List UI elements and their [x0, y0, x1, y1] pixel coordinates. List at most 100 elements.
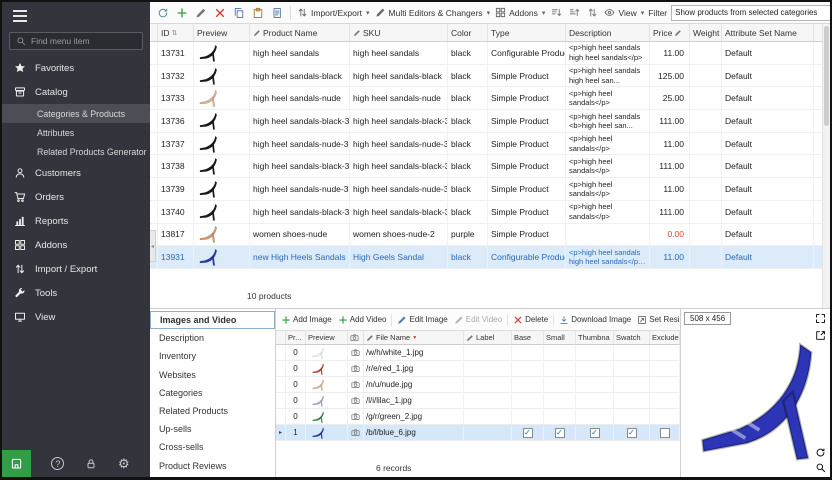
paste-button[interactable] [250, 6, 266, 20]
delete-button[interactable]: Delete [512, 314, 549, 326]
image-row-red-1-jpg[interactable]: 0/r/e/red_1.jpg [276, 361, 680, 377]
tab-categories[interactable]: Categories [150, 384, 275, 402]
image-row-blue-6-jpg[interactable]: ▸1/b/l/blue_6.jpg✓✓✓✓ [276, 425, 680, 441]
rotate-icon[interactable] [815, 447, 826, 458]
column-header-thumbnail[interactable]: Thumbna [576, 331, 614, 344]
image-row-white-1-jpg[interactable]: 0/w/h/white_1.jpg [276, 345, 680, 361]
store-button[interactable] [2, 450, 31, 477]
set-resize-rule-button[interactable]: Set Resize Rule [636, 314, 680, 326]
tab-websites[interactable]: Websites [150, 366, 275, 384]
sidebar-item-addons[interactable]: Addons [2, 233, 150, 257]
add-image-button[interactable]: Add Image [280, 314, 333, 326]
column-header-swatch[interactable]: Swatch [614, 331, 650, 344]
product-row-13731[interactable]: 13731high heel sandalshigh heel sandalsb… [150, 42, 822, 65]
tab-product-reviews[interactable]: Product Reviews [150, 457, 275, 475]
product-row-13739[interactable]: 13739high heel sandals-nude-37high heel … [150, 178, 822, 201]
sidebar-item-customers[interactable]: Customers [2, 161, 150, 185]
column-header-base[interactable]: Base [512, 331, 544, 344]
sidebar-item-tools[interactable]: Tools [2, 281, 150, 305]
column-header-type[interactable]: Type [488, 24, 566, 41]
image-row-nude-jpg[interactable]: 0/n/u/nude.jpg [276, 377, 680, 393]
expander-column[interactable] [276, 331, 286, 344]
sidebar-item-related-products-generator[interactable]: Related Products Generator [2, 142, 150, 161]
tab-inventory[interactable]: Inventory [150, 347, 275, 365]
column-header-label[interactable]: Label [464, 331, 512, 344]
tab-up-sells[interactable]: Up-sells [150, 420, 275, 438]
checkbox-small[interactable]: ✓ [555, 428, 565, 438]
product-row-13738[interactable]: 13738high heel sandals-black-37high heel… [150, 155, 822, 178]
sidebar-search-input[interactable]: Find menu item [9, 32, 143, 50]
column-header-file-name[interactable]: File Name▼ [364, 331, 464, 344]
view-menu[interactable]: View▾ [603, 6, 645, 19]
swap-button[interactable] [585, 6, 600, 19]
duplicate-button[interactable] [269, 6, 285, 20]
sidebar-item-view[interactable]: View [2, 305, 150, 329]
product-row-13732[interactable]: 13732high heel sandals-blackhigh heel sa… [150, 65, 822, 88]
addons-menu[interactable]: Addons▾ [494, 6, 546, 19]
download-image-button[interactable]: Download Image [558, 314, 632, 326]
column-header-position[interactable]: Pr... [286, 331, 306, 344]
tab-related-products[interactable]: Related Products [150, 402, 275, 420]
column-header-preview[interactable]: Preview [306, 331, 348, 344]
sidebar-item-attributes[interactable]: Attributes [2, 123, 150, 142]
column-header-price[interactable]: Price [650, 24, 690, 41]
product-row-13736[interactable]: 13736high heel sandals-black-36high heel… [150, 110, 822, 133]
checkbox-exclude[interactable] [660, 428, 670, 438]
tab-images-and-video[interactable]: Images and Video [150, 311, 275, 329]
gear-icon[interactable]: ⚙ [118, 457, 130, 470]
edit-button[interactable] [193, 6, 209, 20]
image-row-lilac-1-jpg[interactable]: 0/l/i/lilac_1.jpg [276, 393, 680, 409]
sidebar-item-reports[interactable]: Reports [2, 209, 150, 233]
column-header-product-name[interactable]: Product Name [250, 24, 350, 41]
sidebar-item-orders[interactable]: Orders [2, 185, 150, 209]
zoom-icon[interactable] [815, 462, 826, 473]
sidebar-item-import-export[interactable]: Import / Export [2, 257, 150, 281]
menu-toggle-button[interactable] [2, 2, 150, 28]
grid-collapse-handle[interactable]: ◂ [150, 230, 156, 262]
add-video-button[interactable]: Add Video [337, 314, 388, 326]
grid-vertical-scrollbar[interactable] [822, 24, 830, 308]
sidebar-item-categories-products[interactable]: Categories & Products [2, 104, 150, 123]
checkbox-base[interactable]: ✓ [523, 428, 533, 438]
checkbox-thumbna[interactable]: ✓ [590, 428, 600, 438]
edit-image-button[interactable]: Edit Image [396, 314, 448, 326]
customers-icon [14, 167, 26, 179]
external-link-icon[interactable] [815, 330, 826, 341]
checkbox-swatch[interactable]: ✓ [627, 428, 637, 438]
product-row-13740[interactable]: 13740high heel sandals-black-38high heel… [150, 201, 822, 224]
sort-desc-button[interactable] [567, 6, 582, 19]
column-header-weight[interactable]: Weight [690, 24, 722, 41]
product-row-13931[interactable]: ▸13931new High Heels SandalsHigh Geels S… [150, 246, 822, 269]
add-button[interactable] [174, 6, 190, 20]
edit-icon [195, 7, 207, 19]
column-header-color[interactable]: Color [448, 24, 488, 41]
column-header-sku[interactable]: SKU [350, 24, 448, 41]
column-header-small[interactable]: Small [544, 331, 576, 344]
product-row-13817[interactable]: 13817women shoes-nudewomen shoes-nude-2p… [150, 224, 822, 247]
lock-icon[interactable] [85, 458, 97, 470]
help-icon[interactable]: ? [51, 457, 64, 470]
column-header-exclude[interactable]: Exclude [650, 331, 680, 344]
sort-asc-button[interactable] [549, 6, 564, 19]
column-header-camera[interactable] [348, 331, 364, 344]
tab-cross-sells[interactable]: Cross-sells [150, 438, 275, 456]
column-header-attribute-set-name[interactable]: Attribute Set Name [722, 24, 814, 41]
fullscreen-icon[interactable] [815, 313, 826, 324]
image-row-green-2-jpg[interactable]: 0/g/r/green_2.jpg [276, 409, 680, 425]
edit-video-button[interactable]: Edit Video [453, 314, 503, 326]
import-export-menu[interactable]: Import/Export▾ [296, 6, 371, 19]
product-row-13737[interactable]: 13737high heel sandals-nude-36high heel … [150, 133, 822, 156]
column-header-id[interactable]: ID⇅ [158, 24, 194, 41]
scrollbar-thumb[interactable] [824, 26, 829, 126]
column-header-preview[interactable]: Preview [194, 24, 250, 41]
sidebar-item-catalog[interactable]: Catalog [2, 80, 150, 104]
sidebar-item-favorites[interactable]: Favorites [2, 56, 150, 80]
multi-editors-changers-menu[interactable]: Multi Editors & Changers▾ [374, 6, 492, 19]
copy-button[interactable] [231, 6, 247, 20]
refresh-button[interactable] [155, 6, 171, 20]
delete-button[interactable] [212, 6, 228, 20]
tab-description[interactable]: Description [150, 329, 275, 347]
product-row-13733[interactable]: 13733high heel sandals-nudehigh heel san… [150, 87, 822, 110]
column-header-description[interactable]: Description [566, 24, 650, 41]
category-filter-select[interactable]: Show products from selected categories▾ [671, 5, 830, 21]
